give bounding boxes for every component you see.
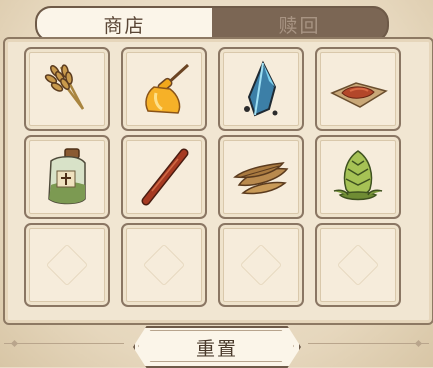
item-slot[interactable]	[315, 47, 401, 131]
wheat-icon	[44, 64, 85, 110]
item-slot[interactable]	[218, 135, 304, 219]
item-slot[interactable]	[121, 47, 207, 131]
reset-button[interactable]: 重置	[133, 326, 301, 368]
tab-shop[interactable]: 商店	[37, 8, 212, 40]
honey-icon	[145, 63, 190, 114]
artichoke-icon	[333, 150, 383, 201]
dried-pods-icon	[233, 162, 289, 195]
empty-item-slot[interactable]	[121, 223, 207, 307]
item-slot[interactable]	[121, 135, 207, 219]
divider-right	[308, 343, 429, 344]
tab-redeem[interactable]: 赎回	[212, 8, 387, 40]
cinnamon-stick-icon	[141, 148, 189, 206]
empty-item-slot[interactable]	[24, 223, 110, 307]
item-slot[interactable]	[24, 47, 110, 131]
item-slot[interactable]	[24, 135, 110, 219]
divider-left	[4, 343, 124, 344]
herb-jar-icon	[48, 148, 86, 205]
empty-item-slot[interactable]	[315, 223, 401, 307]
red-powder-icon	[330, 82, 388, 108]
item-grid	[24, 47, 401, 308]
item-slot[interactable]	[315, 135, 401, 219]
empty-item-slot[interactable]	[218, 223, 304, 307]
crystal-icon	[244, 60, 278, 117]
item-slot[interactable]	[218, 47, 304, 131]
